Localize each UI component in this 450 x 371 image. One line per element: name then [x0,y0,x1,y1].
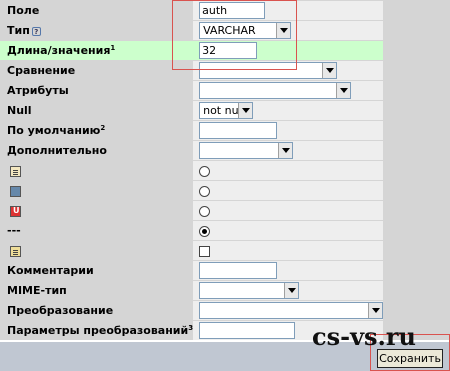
annotation-highlight-box [172,0,297,70]
default-label: По умолчанию [7,124,101,137]
comments-label: Комментарии [0,261,194,280]
chevron-down-icon [284,283,299,298]
watermark-logo: cs-vs.ru [312,322,416,351]
index-icon [10,185,21,197]
unique-icon [10,205,21,217]
row-transformation: Преобразование [0,301,384,320]
extra-select[interactable] [199,142,294,159]
row-extra: Дополнительно [0,141,384,160]
row-no-index: --- [0,221,384,240]
length-label: Длина/значения [7,44,111,57]
chevron-down-icon [336,83,351,98]
mime-label: MIME-тип [0,281,194,300]
chevron-down-icon [238,103,253,118]
null-select[interactable]: not null [199,102,254,119]
fulltext-icon [10,245,21,257]
no-index-radio[interactable] [199,225,211,237]
row-mime: MIME-тип [0,281,384,300]
transformation-label: Преобразование [0,301,194,320]
help-icon[interactable]: ? [31,26,41,36]
default-input[interactable] [199,122,278,139]
transformation-select[interactable] [199,302,384,319]
primary-key-radio[interactable] [199,165,211,177]
row-primary-key [0,161,384,180]
mime-select[interactable] [199,282,300,299]
transform-options-label: Параметры преобразований [7,324,189,337]
attributes-label: Атрибуты [0,81,194,100]
row-comments: Комментарии [0,261,384,280]
chevron-down-icon [278,143,293,158]
field-label: Поле [0,1,194,20]
unique-radio[interactable] [199,205,211,217]
chevron-down-icon [322,63,337,78]
fulltext-checkbox[interactable] [199,245,211,257]
footnote-2: 2 [100,124,106,132]
comments-input[interactable] [199,262,278,279]
chevron-down-icon [368,303,383,318]
type-label: Тип [7,24,30,37]
footnote-1: 1 [110,44,116,52]
null-label: Null [0,101,194,120]
no-index-label: --- [0,221,194,240]
row-attributes: Атрибуты [0,81,384,100]
collation-label: Сравнение [0,61,194,80]
row-fulltext [0,241,384,260]
row-null: Null not null [0,101,384,120]
transform-options-input[interactable] [199,322,296,339]
index-radio[interactable] [199,185,211,197]
row-index [0,181,384,200]
save-button[interactable]: Сохранить [377,349,443,368]
footnote-3: 3 [188,324,194,332]
extra-label: Дополнительно [0,141,194,160]
row-default: По умолчанию2 [0,121,384,140]
attributes-select[interactable] [199,82,352,99]
row-unique [0,201,384,220]
primary-key-icon [10,165,21,177]
